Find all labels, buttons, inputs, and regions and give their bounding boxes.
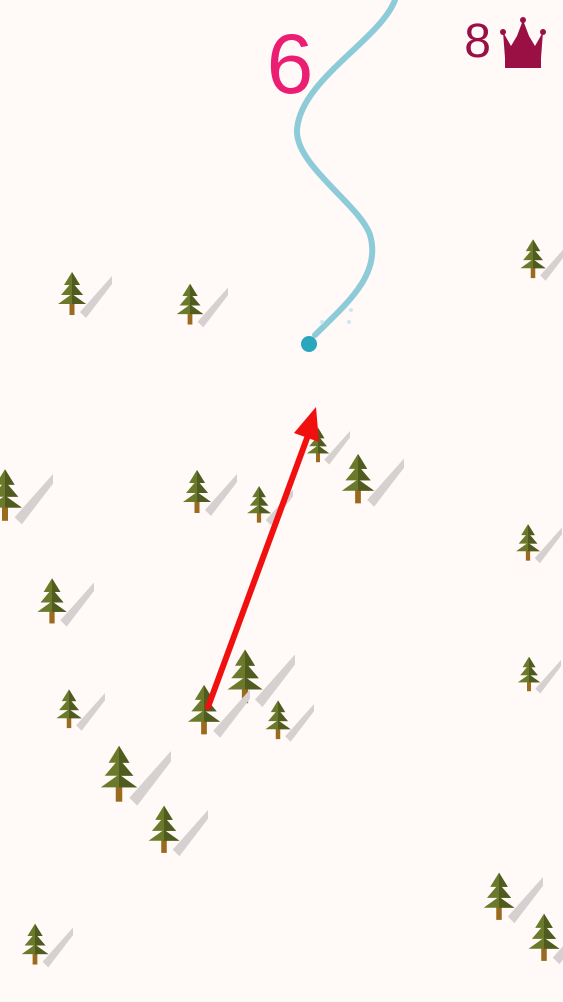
pine-tree-icon — [483, 872, 543, 924]
pine-trees — [0, 239, 563, 968]
pine-tree-icon — [265, 700, 314, 742]
game-scene[interactable]: 6 8 — [0, 0, 563, 1002]
pine-tree-icon — [520, 239, 563, 281]
pine-tree-icon — [0, 469, 54, 525]
best-score-value: 8 — [464, 15, 491, 68]
pine-tree-icon — [21, 923, 74, 968]
current-score: 6 — [266, 17, 314, 111]
pine-tree-icon — [227, 649, 295, 707]
pine-tree-icon — [516, 524, 562, 564]
skier-ball — [301, 336, 317, 352]
pine-tree-icon — [517, 656, 561, 694]
pine-tree-icon — [187, 684, 250, 738]
ski-slope — [0, 0, 563, 968]
pine-tree-icon — [176, 283, 228, 328]
pine-tree-icon — [58, 272, 112, 318]
pine-tree-icon — [148, 805, 208, 857]
pine-tree-icon — [56, 689, 105, 731]
snow-particle — [320, 320, 324, 324]
pine-tree-icon — [528, 913, 563, 965]
best-score: 8 — [464, 12, 549, 72]
pine-tree-icon — [183, 470, 237, 516]
swipe-arrow-icon — [205, 407, 319, 710]
crown-icon — [500, 17, 546, 68]
snow-particle — [349, 308, 353, 312]
snow-particle — [347, 320, 351, 324]
pine-tree-icon — [37, 578, 94, 627]
pine-tree-icon — [341, 453, 404, 507]
pine-tree-icon — [100, 745, 171, 806]
